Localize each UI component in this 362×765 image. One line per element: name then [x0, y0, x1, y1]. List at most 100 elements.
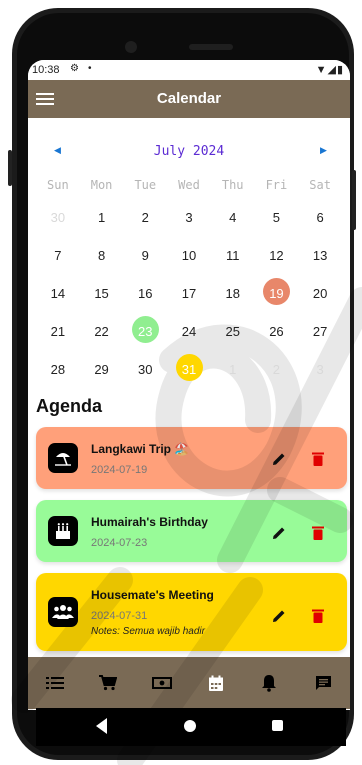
calendar-day-number: 26 [269, 324, 284, 339]
calendar-day-cell[interactable]: 7 [36, 246, 80, 284]
gear-icon: ⚙ [70, 63, 79, 74]
calendar-day-cell[interactable]: 20 [298, 284, 342, 322]
calendar-day-cell[interactable]: 22 [80, 322, 124, 360]
agenda-card-notes: Notes: Semua wajib hadir [91, 626, 205, 637]
month-header: ◀ July 2024 ▶ [28, 140, 350, 164]
bottom-nav-bar [28, 657, 350, 709]
weekday-label: Tue [134, 178, 157, 192]
agenda-card-date: 2024-07-23 [91, 537, 148, 549]
calendar-day-number: 14 [50, 286, 66, 301]
calendar-day-number: 17 [181, 286, 197, 301]
agenda-card[interactable]: Langkawi Trip 🏖️ 2024-07-19 [36, 427, 347, 489]
calendar-day-number: 4 [229, 210, 237, 225]
agenda-card-title: Housemate's Meeting [91, 588, 214, 602]
calendar-day-cell[interactable]: 6 [298, 208, 342, 246]
calendar-day-number: 16 [138, 286, 153, 301]
app-screen: 10:38 ⚙ • ▼◢▮ Calendar ◀ July 2024 ▶ Sun… [28, 60, 350, 710]
calendar-day-cell[interactable]: 11 [211, 246, 255, 284]
calendar-day-number: 11 [225, 248, 240, 263]
trash-icon[interactable] [311, 608, 325, 624]
calendar-day-number: 30 [50, 210, 66, 225]
calendar-day-cell[interactable]: 3 [167, 208, 211, 246]
android-navigation-bar [36, 708, 346, 746]
pencil-icon[interactable] [271, 451, 287, 467]
weekday-header: Sun Mon Tue Wed Thu Fri Sat [36, 178, 342, 196]
calendar-day-number: 21 [50, 324, 66, 339]
calendar-day-number: 15 [94, 286, 109, 301]
calendar-day-cell[interactable]: 31 [167, 354, 211, 398]
calendar-day-cell[interactable]: 27 [298, 322, 342, 360]
cash-icon[interactable] [149, 671, 175, 695]
calendar-day-number: 28 [50, 362, 66, 377]
list-icon[interactable] [42, 671, 68, 695]
calendar-day-cell[interactable]: 18 [211, 284, 255, 322]
calendar-day-number: 7 [54, 248, 62, 263]
calendar-day-cell[interactable]: 30 [36, 208, 80, 246]
pencil-icon[interactable] [271, 608, 287, 624]
calendar-day-number: 18 [225, 286, 240, 301]
bell-icon[interactable] [256, 671, 282, 695]
pencil-icon[interactable] [271, 525, 287, 541]
calendar-day-cell[interactable]: 14 [36, 284, 80, 322]
calendar-day-cell[interactable]: 1 [80, 208, 124, 246]
agenda-title: Agenda [36, 396, 103, 416]
agenda-card-date: 2024-07-19 [91, 464, 148, 476]
calendar-day-number: 6 [316, 210, 324, 225]
weekday-label: Sun [47, 178, 69, 192]
calendar-day-cell[interactable]: 19 [255, 278, 299, 322]
cart-icon[interactable] [95, 671, 121, 695]
calendar-day-number: 13 [312, 248, 328, 263]
calendar-day-cell[interactable]: 1 [211, 360, 255, 398]
calendar-day-number: 3 [316, 362, 324, 377]
calendar-day-cell[interactable]: 5 [255, 208, 299, 246]
calendar-day-cell[interactable]: 28 [36, 360, 80, 398]
calendar-day-number: 2 [141, 210, 149, 225]
weekday-label: Mon [90, 178, 113, 192]
calendar-days-grid: 30 1 2 3 4 5 6 7 8 9 10 11 12 13 14 15 16 17 18 19 20 21 22 23 2… [36, 208, 342, 398]
calendar-day-cell[interactable]: 13 [298, 246, 342, 284]
calendar-day-cell[interactable]: 2 [255, 360, 299, 398]
calendar-day-number: 1 [229, 362, 237, 377]
calendar-day-cell[interactable]: 30 [123, 360, 167, 398]
calendar-day-number: 30 [138, 362, 153, 377]
agenda-card[interactable]: Housemate's Meeting 2024-07-31 Notes: Se… [36, 573, 347, 651]
calendar-day-cell[interactable]: 3 [298, 360, 342, 398]
agenda-card-title: Langkawi Trip 🏖️ [91, 442, 190, 456]
calendar-day-number: 1 [97, 210, 106, 225]
agenda-card-title: Humairah's Birthday [91, 515, 208, 529]
chat-icon[interactable] [310, 671, 336, 695]
front-camera [125, 41, 137, 53]
calendar-day-cell[interactable]: 29 [80, 360, 124, 398]
calendar-icon[interactable] [203, 671, 229, 695]
speaker-grille [189, 44, 233, 50]
calendar-day-number: 12 [269, 248, 284, 263]
calendar-day-cell[interactable]: 23 [123, 316, 167, 360]
chevron-right-icon[interactable]: ▶ [320, 145, 327, 156]
agenda-card-date: 2024-07-31 [91, 610, 148, 622]
calendar-day-cell[interactable]: 26 [255, 322, 299, 360]
calendar-day-cell[interactable]: 9 [123, 246, 167, 284]
weekday-label: Thu [221, 178, 244, 192]
calendar-day-cell[interactable]: 10 [167, 246, 211, 284]
calendar-day-number: 3 [185, 210, 193, 225]
calendar-day-cell[interactable]: 2 [123, 208, 167, 246]
volume-button [8, 150, 12, 186]
calendar-day-cell[interactable]: 25 [211, 322, 255, 360]
month-title: July 2024 [153, 144, 225, 159]
calendar-day-cell[interactable]: 21 [36, 322, 80, 360]
trash-icon[interactable] [311, 525, 325, 541]
recent-apps-icon[interactable] [272, 720, 283, 731]
home-icon[interactable] [184, 720, 196, 732]
signal-battery-icon: ▼◢▮ [315, 64, 344, 76]
status-bar: 10:38 ⚙ • ▼◢▮ [28, 60, 350, 80]
app-bar: Calendar [28, 80, 350, 118]
calendar-day-cell[interactable]: 8 [80, 246, 124, 284]
calendar-day-cell[interactable]: 4 [211, 208, 255, 246]
back-icon[interactable] [96, 718, 107, 734]
calendar-day-number: 20 [312, 286, 328, 301]
trash-icon[interactable] [311, 451, 325, 467]
agenda-card[interactable]: Humairah's Birthday 2024-07-23 [36, 500, 347, 562]
calendar-day-number: 5 [272, 210, 281, 225]
calendar-day-cell[interactable]: 17 [167, 284, 211, 322]
calendar-day-cell[interactable]: 15 [80, 284, 124, 322]
